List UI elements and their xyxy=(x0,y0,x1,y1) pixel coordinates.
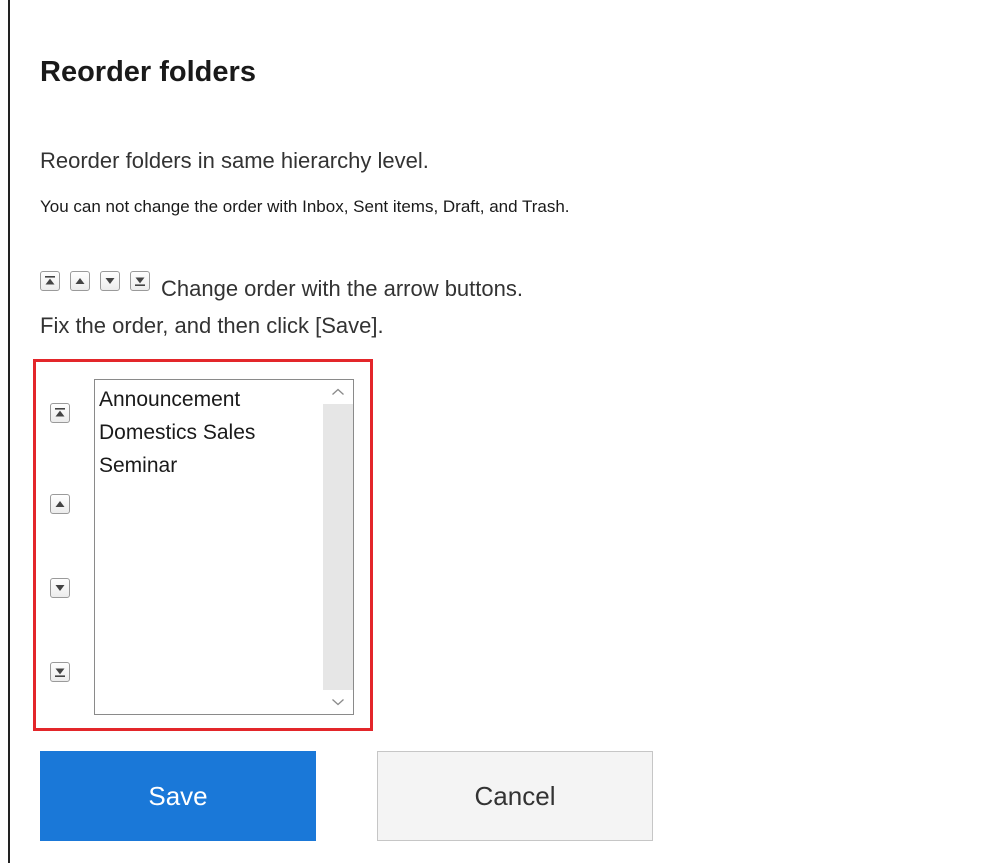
move-to-top-button[interactable] xyxy=(50,403,70,423)
cancel-button[interactable]: Cancel xyxy=(377,751,653,841)
instruction-text-2: Fix the order, and then click [Save]. xyxy=(40,313,384,338)
move-up-icon xyxy=(55,501,65,507)
list-item[interactable]: Announcement xyxy=(99,383,323,416)
move-up-button[interactable] xyxy=(50,494,70,514)
save-button[interactable]: Save xyxy=(40,751,316,841)
move-to-bottom-button[interactable] xyxy=(50,662,70,682)
folder-listbox[interactable]: Announcement Domestics Sales Seminar xyxy=(94,379,354,715)
chevron-down-icon xyxy=(332,699,344,706)
move-to-top-icon xyxy=(40,271,60,291)
move-down-icon xyxy=(100,271,120,291)
scrollbar[interactable] xyxy=(323,380,353,714)
scroll-down-arrow[interactable] xyxy=(323,690,353,714)
note-text: You can not change the order with Inbox,… xyxy=(40,197,570,216)
folder-list: Announcement Domestics Sales Seminar xyxy=(95,380,323,714)
move-up-icon xyxy=(70,271,90,291)
move-to-top-icon xyxy=(55,408,65,417)
page-title: Reorder folders xyxy=(40,56,256,88)
chevron-up-icon xyxy=(332,388,344,395)
instruction-text: Change order with the arrow buttons. xyxy=(161,276,523,301)
instruction-row: Change order with the arrow buttons. xyxy=(40,268,523,301)
list-item[interactable]: Domestics Sales xyxy=(99,416,323,449)
move-to-bottom-icon xyxy=(55,668,65,677)
move-down-button[interactable] xyxy=(50,578,70,598)
move-to-bottom-icon xyxy=(130,271,150,291)
dialog-frame: Reorder folders Reorder folders in same … xyxy=(8,0,996,863)
move-down-icon xyxy=(55,585,65,591)
description-text: Reorder folders in same hierarchy level. xyxy=(40,148,429,173)
list-item[interactable]: Seminar xyxy=(99,449,323,482)
scroll-up-arrow[interactable] xyxy=(323,380,353,404)
